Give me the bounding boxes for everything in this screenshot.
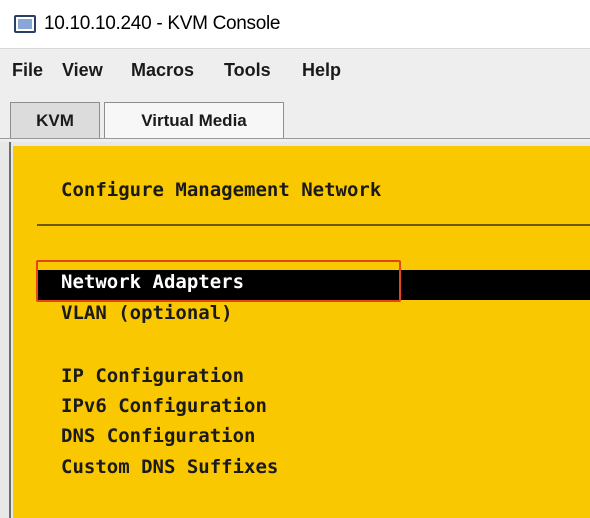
console-header: Configure Management Network	[61, 179, 382, 201]
menu-bar: File View Macros Tools Help	[0, 48, 590, 93]
window-title: 10.10.10.240 - KVM Console	[44, 13, 281, 34]
menu-option-custom-dns-suffixes[interactable]: Custom DNS Suffixes	[61, 456, 278, 478]
menu-file[interactable]: File	[12, 60, 43, 81]
menu-tools[interactable]: Tools	[224, 60, 271, 81]
menu-option-ip-configuration[interactable]: IP Configuration	[61, 365, 244, 387]
menu-macros[interactable]: Macros	[131, 60, 194, 81]
monitor-icon	[14, 15, 36, 33]
kvm-console-screen[interactable]: Configure Management Network Network Ada…	[13, 146, 590, 518]
title-bar: 10.10.10.240 - KVM Console	[0, 0, 590, 48]
menu-option-dns-configuration[interactable]: DNS Configuration	[61, 425, 255, 447]
console-divider	[37, 224, 590, 226]
menu-view[interactable]: View	[62, 60, 103, 81]
tab-strip: KVM Virtual Media	[0, 92, 590, 142]
tab-virtual-media[interactable]: Virtual Media	[104, 102, 284, 138]
tab-kvm[interactable]: KVM	[10, 102, 100, 138]
annotation-highlight-box	[36, 260, 401, 302]
console-frame-edge	[9, 142, 11, 518]
menu-option-ipv6-configuration[interactable]: IPv6 Configuration	[61, 395, 267, 417]
menu-option-vlan[interactable]: VLAN (optional)	[61, 302, 233, 324]
menu-help[interactable]: Help	[302, 60, 341, 81]
tab-strip-divider	[0, 138, 590, 139]
